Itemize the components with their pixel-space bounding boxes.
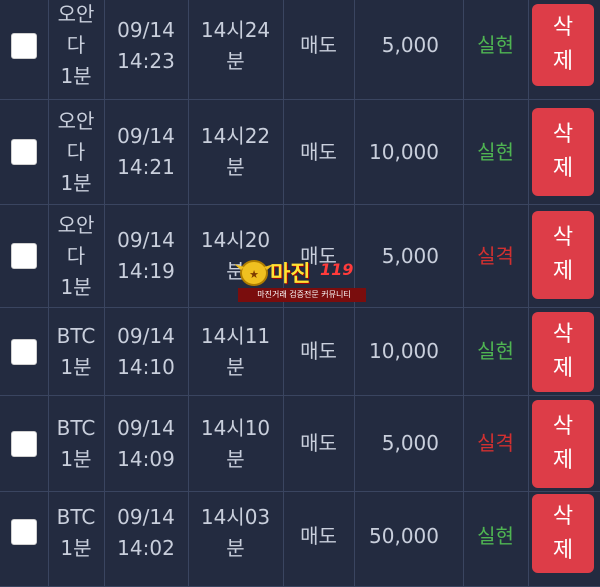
table-row: 오안 다 1분 09/14 14:23 14시24 분 매도 5,000 실현 삭제 [0,0,600,100]
market-cell: 오안 다 1분 [57,108,95,195]
row-checkbox[interactable] [11,519,37,545]
round-cell: 14시22 분 [200,124,271,179]
datetime-cell: 09/14 14:02 [117,505,175,560]
status-cell: 실현 [477,524,514,548]
round-cell: 14시10 분 [200,415,271,471]
row-checkbox[interactable] [11,32,37,59]
side-cell: 매도 [300,243,337,268]
side-cell: 매도 [300,339,337,363]
side-cell: 매도 [300,139,337,164]
row-checkbox[interactable] [11,338,37,365]
status-cell: 실현 [477,339,514,363]
delete-button[interactable]: 삭제 [532,211,594,299]
amount-cell: 10,000 [369,339,439,363]
amount-cell: 5,000 [381,431,439,455]
delete-button[interactable]: 삭제 [532,312,594,392]
market-cell: 오안 다 1분 [57,2,95,88]
side-cell: 매도 [300,431,337,455]
market-cell: 오안 다 1분 [57,212,95,299]
delete-button[interactable]: 삭제 [532,4,594,86]
round-cell: 14시03 분 [200,505,271,560]
datetime-cell: 09/14 14:19 [117,228,175,283]
amount-cell: 5,000 [381,243,439,268]
delete-button[interactable]: 삭제 [532,494,594,573]
amount-cell: 5,000 [381,33,439,57]
round-cell: 14시20 분 [200,228,271,283]
datetime-cell: 09/14 14:09 [117,415,175,471]
status-cell: 실격 [477,243,514,268]
row-checkbox[interactable] [11,139,37,165]
table-row: BTC 1분 09/14 14:10 14시11 분 매도 10,000 실현 삭제 [0,308,600,396]
side-cell: 매도 [300,524,337,548]
table-row: 오안 다 1분 09/14 14:19 14시20 분 매도 5,000 실격 삭제 [0,205,600,308]
table-row: 오안 다 1분 09/14 14:21 14시22 분 매도 10,000 실현 삭제 [0,100,600,205]
round-cell: 14시11 분 [200,323,271,379]
status-cell: 실격 [477,431,514,455]
market-cell: BTC 1분 [56,505,96,560]
row-checkbox[interactable] [11,430,37,457]
datetime-cell: 09/14 14:21 [117,124,175,179]
amount-cell: 50,000 [369,524,439,548]
table-row: BTC 1분 09/14 14:09 14시10 분 매도 5,000 실격 삭제 [0,396,600,492]
status-cell: 실현 [477,139,514,164]
datetime-cell: 09/14 14:23 [117,17,175,73]
round-cell: 14시24 분 [200,17,271,73]
delete-button[interactable]: 삭제 [532,400,594,488]
market-cell: BTC 1분 [56,415,96,471]
market-cell: BTC 1분 [56,323,96,379]
datetime-cell: 09/14 14:10 [117,323,175,379]
status-cell: 실현 [477,33,514,57]
amount-cell: 10,000 [369,139,439,164]
row-checkbox[interactable] [11,243,37,269]
side-cell: 매도 [300,33,337,57]
delete-button[interactable]: 삭제 [532,108,594,196]
